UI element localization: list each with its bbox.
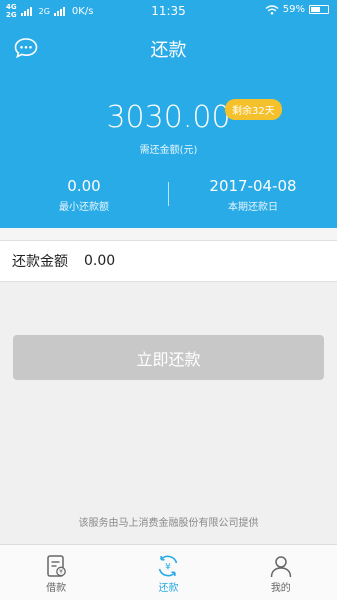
provider-note: 该服务由马上消费金融股份有限公司提供 bbox=[78, 518, 259, 529]
repay-now-button[interactable]: 立即还款 bbox=[13, 335, 324, 380]
repay-icon: ¥ bbox=[159, 555, 178, 577]
wifi-icon bbox=[265, 4, 279, 15]
tab-mine[interactable]: 我的 bbox=[225, 545, 337, 600]
due-date-label: 本期还款日 bbox=[228, 202, 278, 213]
repayment-summary: 还款 3030.00 剩余32天 需还金额(元) 0.00 最小还款额 2017… bbox=[0, 22, 337, 228]
page-title: 还款 bbox=[150, 40, 187, 61]
battery-percent: 59% bbox=[282, 4, 305, 15]
battery-icon bbox=[309, 5, 329, 14]
due-date-value: 2017-04-08 bbox=[209, 177, 297, 195]
due-amount: 3030.00 bbox=[106, 100, 231, 135]
status-bar: 4G 2G 2G 0K/s 11:35 59% bbox=[0, 0, 337, 22]
svg-text:¥: ¥ bbox=[166, 563, 172, 573]
min-payment-label: 最小还款额 bbox=[59, 202, 109, 213]
due-amount-label: 需还金额(元) bbox=[139, 145, 198, 156]
min-payment-value: 0.00 bbox=[67, 177, 101, 195]
tab-repay-label: 还款 bbox=[158, 583, 179, 594]
repay-amount-input[interactable]: 0.00 bbox=[84, 253, 115, 269]
loan-icon: ¥ bbox=[47, 555, 67, 577]
user-icon bbox=[270, 556, 292, 578]
due-date: 2017-04-08 本期还款日 bbox=[169, 177, 337, 213]
section-spacer bbox=[0, 228, 337, 240]
min-payment: 0.00 最小还款额 bbox=[0, 177, 168, 213]
svg-text:¥: ¥ bbox=[59, 569, 63, 576]
repay-amount-label: 还款金额 bbox=[12, 254, 68, 270]
days-remaining-badge: 剩余32天 bbox=[225, 99, 282, 120]
battery-fill bbox=[311, 7, 320, 12]
tab-loan-label: 借款 bbox=[46, 583, 67, 594]
tab-repay[interactable]: ¥ 还款 bbox=[112, 545, 224, 600]
repay-amount-field[interactable]: 还款金额 0.00 bbox=[0, 240, 337, 282]
tab-loan[interactable]: ¥ 借款 bbox=[0, 545, 112, 600]
tab-bar: ¥ 借款 ¥ 还款 我的 bbox=[0, 544, 337, 600]
tab-mine-label: 我的 bbox=[270, 583, 291, 594]
